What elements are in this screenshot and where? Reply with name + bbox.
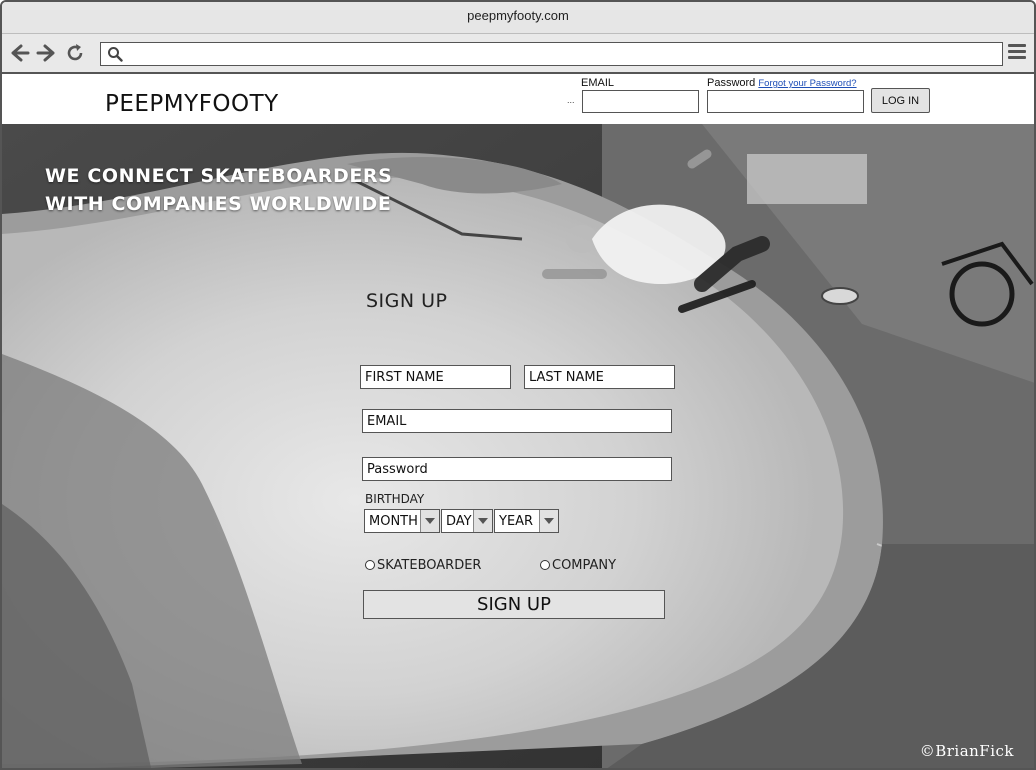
chevron-down-icon (539, 510, 558, 532)
hero-section: WE CONNECT SKATEBOARDERS WITH COMPANIES … (2, 124, 1034, 768)
chevron-down-icon (473, 510, 492, 532)
radio-company-label: COMPANY (552, 558, 617, 573)
header-email-input[interactable] (582, 90, 699, 113)
title-bar: peepmyfooty.com (2, 2, 1034, 34)
first-name-input[interactable] (360, 365, 511, 389)
header-password-input[interactable] (707, 90, 864, 113)
radio-circle-icon[interactable] (540, 560, 550, 570)
signup-submit-button[interactable]: SIGN UP (363, 590, 665, 619)
radio-company[interactable]: COMPANY (540, 558, 616, 573)
chevron-down-icon (420, 510, 439, 532)
last-name-input[interactable] (524, 365, 675, 389)
year-select-value: YEAR (499, 514, 534, 529)
photo-credit: ©BrianFick (919, 742, 1014, 760)
day-select-value: DAY (446, 514, 472, 529)
window-title: peepmyfooty.com (467, 8, 569, 23)
skatepark-background-image (2, 124, 1034, 768)
signup-email-input[interactable] (362, 409, 672, 433)
forgot-password-link[interactable]: Forgot your Password? (758, 78, 856, 89)
tagline-line-1: WE CONNECT SKATEBOARDERS (45, 165, 393, 187)
url-input[interactable] (129, 45, 989, 63)
signup-title: SIGN UP (366, 290, 448, 312)
year-select[interactable]: YEAR (494, 509, 559, 533)
login-button[interactable]: LOG IN (871, 88, 930, 113)
signup-password-input[interactable] (362, 457, 672, 481)
site-header: PEEPMYFOOTY ... EMAIL Password Forgot yo… (2, 74, 1034, 124)
search-icon (108, 47, 123, 62)
day-select[interactable]: DAY (441, 509, 493, 533)
forward-arrow-icon[interactable] (35, 42, 57, 64)
birthday-label: BIRTHDAY (365, 492, 425, 506)
reload-icon[interactable] (64, 42, 86, 64)
tagline-line-2: WITH COMPANIES WORLDWIDE (45, 193, 392, 215)
ellipsis-text: ... (567, 95, 575, 105)
header-password-label: Password (707, 77, 756, 89)
header-password-row: Password Forgot your Password? (707, 77, 857, 89)
site-logo[interactable]: PEEPMYFOOTY (105, 91, 279, 117)
address-bar[interactable] (100, 42, 1003, 66)
radio-skateboarder[interactable]: SKATEBOARDER (365, 558, 481, 573)
hamburger-menu-icon[interactable] (1008, 44, 1028, 62)
hero-tagline: WE CONNECT SKATEBOARDERS WITH COMPANIES … (45, 162, 392, 218)
browser-nav-bar (2, 34, 1034, 74)
radio-circle-icon[interactable] (365, 560, 375, 570)
month-select[interactable]: MONTH (364, 509, 440, 533)
back-arrow-icon[interactable] (9, 42, 31, 64)
browser-window: peepmyfooty.com PEEPMYFOOTY ... EMAIL Pa… (0, 0, 1036, 770)
radio-skateboarder-label: SKATEBOARDER (377, 558, 482, 573)
month-select-value: MONTH (369, 514, 418, 529)
header-email-label: EMAIL (581, 77, 615, 89)
